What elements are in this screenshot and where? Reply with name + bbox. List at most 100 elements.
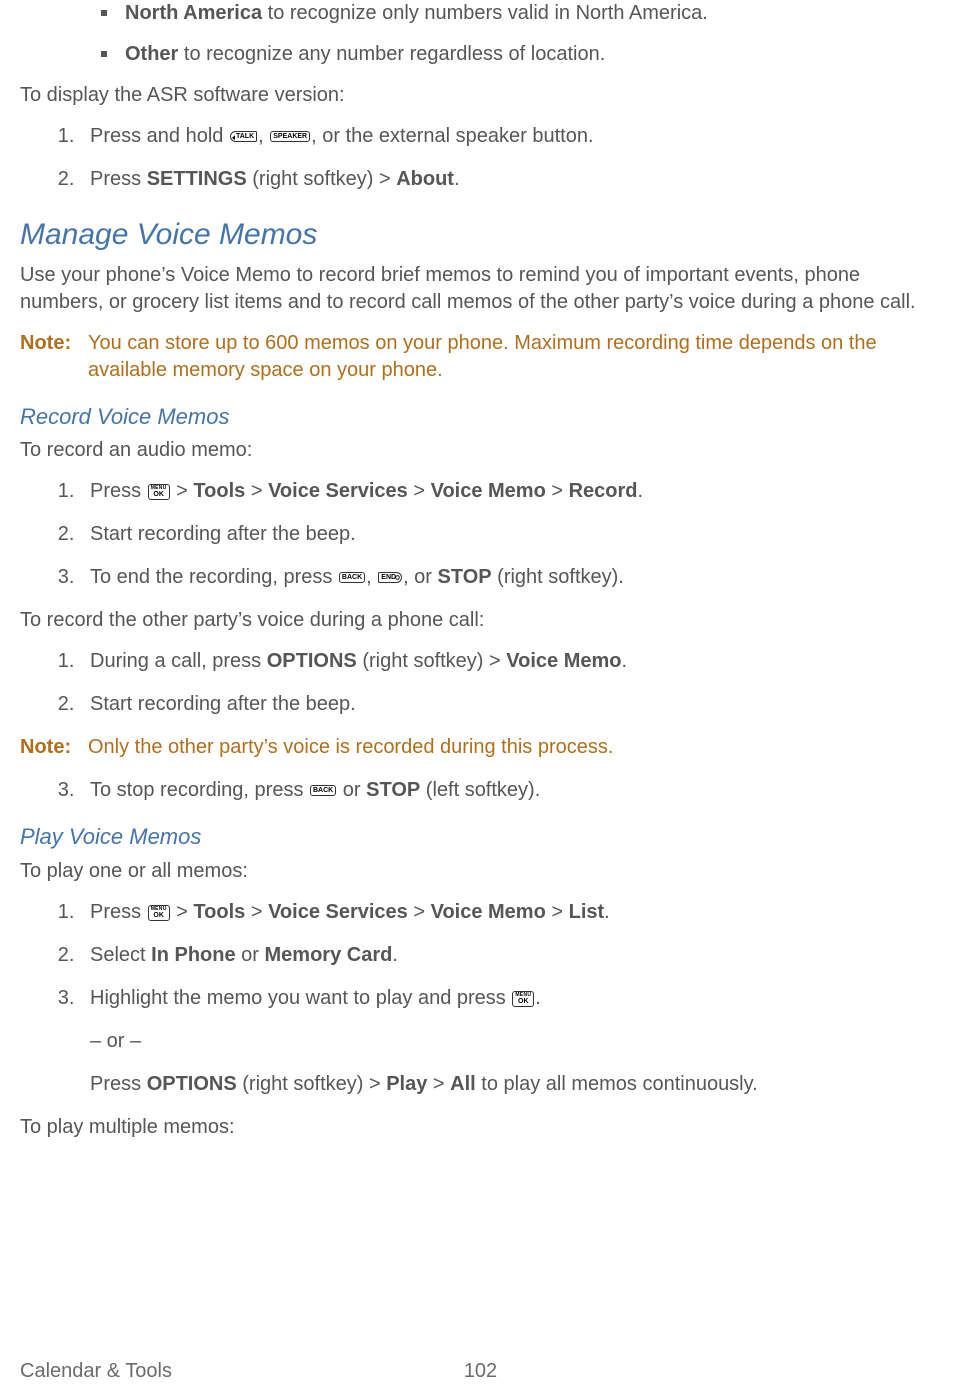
section-heading-record: Record Voice Memos bbox=[20, 402, 941, 432]
step-text: > bbox=[171, 901, 194, 923]
step-text: Press bbox=[90, 901, 147, 923]
step-bold: Voice Memo bbox=[431, 901, 546, 923]
step-bold: All bbox=[450, 1073, 476, 1095]
step-bold: About bbox=[396, 168, 454, 190]
step-text: (right softkey) > bbox=[357, 650, 507, 672]
step-alt: Press OPTIONS (right softkey) > Play > A… bbox=[90, 1071, 941, 1098]
list-item: Start recording after the beep. bbox=[80, 691, 941, 718]
step-text: . bbox=[535, 987, 541, 1009]
step-bold: Record bbox=[569, 480, 638, 502]
step-text: , bbox=[366, 566, 377, 588]
note-text: Only the other party’s voice is recorded… bbox=[88, 734, 613, 761]
document-page: North America to recognize only numbers … bbox=[0, 0, 961, 1391]
list-item: Highlight the memo you want to play and … bbox=[80, 985, 941, 1098]
step-text: Select bbox=[90, 944, 151, 966]
manage-intro: Use your phone’s Voice Memo to record br… bbox=[20, 262, 941, 316]
step-text: > bbox=[546, 901, 569, 923]
or-divider: – or – bbox=[90, 1028, 941, 1055]
step-text: (right softkey) > bbox=[237, 1073, 387, 1095]
list-item: Press MENUOK > Tools > Voice Services > … bbox=[80, 899, 941, 926]
menu-ok-key-icon: MENUOK bbox=[512, 991, 534, 1007]
page-footer: Calendar & Tools 102 bbox=[20, 1358, 941, 1385]
step-text: > bbox=[408, 480, 431, 502]
list-item: Select In Phone or Memory Card. bbox=[80, 942, 941, 969]
list-item: Start recording after the beep. bbox=[80, 521, 941, 548]
note-block: Note: Only the other party’s voice is re… bbox=[20, 734, 941, 761]
step-bold: Voice Services bbox=[268, 480, 408, 502]
talk-key-icon: TALK bbox=[230, 131, 257, 142]
step-bold: In Phone bbox=[151, 944, 235, 966]
step-text: > bbox=[245, 901, 268, 923]
list-item: Press and hold TALK, SPEAKER, or the ext… bbox=[80, 123, 941, 150]
note-text: You can store up to 600 memos on your ph… bbox=[88, 330, 941, 384]
step-text: , or bbox=[403, 566, 437, 588]
step-text: To end the recording, press bbox=[90, 566, 338, 588]
list-item: North America to recognize only numbers … bbox=[125, 0, 941, 27]
step-text: Press bbox=[90, 1073, 147, 1095]
step-bold: Tools bbox=[193, 480, 245, 502]
record-steps: Press MENUOK > Tools > Voice Services > … bbox=[20, 478, 941, 591]
bullet-text: to recognize any number regardless of lo… bbox=[178, 43, 605, 65]
step-text: . bbox=[638, 480, 644, 502]
play-intro: To play one or all memos: bbox=[20, 858, 941, 885]
during-call-intro: To record the other party’s voice during… bbox=[20, 607, 941, 634]
step-bold: OPTIONS bbox=[147, 1073, 237, 1095]
list-item: To stop recording, press BACK or STOP (l… bbox=[80, 777, 941, 804]
step-bold: STOP bbox=[438, 566, 492, 588]
step-text: (right softkey) > bbox=[247, 168, 397, 190]
step-text: Press bbox=[90, 168, 147, 190]
bullet-bold: Other bbox=[125, 43, 178, 65]
asr-steps: Press and hold TALK, SPEAKER, or the ext… bbox=[20, 123, 941, 193]
step-bold: List bbox=[569, 901, 605, 923]
step-bold: Play bbox=[386, 1073, 427, 1095]
step-bold: OPTIONS bbox=[267, 650, 357, 672]
list-item: During a call, press OPTIONS (right soft… bbox=[80, 648, 941, 675]
footer-section-title: Calendar & Tools bbox=[20, 1358, 172, 1385]
step-text: to play all memos continuously. bbox=[476, 1073, 758, 1095]
step-text: Start recording after the beep. bbox=[90, 523, 356, 545]
step-text: During a call, press bbox=[90, 650, 267, 672]
note-label: Note: bbox=[20, 330, 78, 384]
step-text: To stop recording, press bbox=[90, 779, 309, 801]
section-heading-manage: Manage Voice Memos bbox=[20, 215, 941, 256]
step-text: . bbox=[454, 168, 460, 190]
back-key-icon: BACK bbox=[339, 572, 365, 583]
step-text: > bbox=[427, 1073, 450, 1095]
step-text: > bbox=[171, 480, 194, 502]
note-label: Note: bbox=[20, 734, 78, 761]
step-text: . bbox=[621, 650, 627, 672]
list-item: Other to recognize any number regardless… bbox=[125, 41, 941, 68]
step-text: > bbox=[245, 480, 268, 502]
step-text: > bbox=[546, 480, 569, 502]
step-text: or bbox=[236, 944, 265, 966]
step-text: , bbox=[258, 125, 269, 147]
back-key-icon: BACK bbox=[310, 785, 336, 796]
step-text: Start recording after the beep. bbox=[90, 693, 356, 715]
step-text: Press bbox=[90, 480, 147, 502]
step-text: Press and hold bbox=[90, 125, 229, 147]
play-steps: Press MENUOK > Tools > Voice Services > … bbox=[20, 899, 941, 1098]
step-bold: STOP bbox=[366, 779, 420, 801]
record-intro: To record an audio memo: bbox=[20, 437, 941, 464]
play-multiple-intro: To play multiple memos: bbox=[20, 1114, 941, 1141]
menu-ok-key-icon: MENUOK bbox=[148, 484, 170, 500]
recognition-options-list: North America to recognize only numbers … bbox=[20, 0, 941, 68]
speaker-key-icon: SPEAKER bbox=[270, 131, 310, 142]
during-call-steps: During a call, press OPTIONS (right soft… bbox=[20, 648, 941, 718]
menu-ok-key-icon: MENUOK bbox=[148, 905, 170, 921]
step-bold: Memory Card bbox=[265, 944, 393, 966]
step-text: > bbox=[408, 901, 431, 923]
step-text: or bbox=[337, 779, 366, 801]
step-text: (right softkey). bbox=[492, 566, 624, 588]
end-key-icon: END bbox=[378, 572, 402, 583]
step-text: . bbox=[392, 944, 398, 966]
asr-version-intro: To display the ASR software version: bbox=[20, 82, 941, 109]
step-text: , or the external speaker button. bbox=[311, 125, 593, 147]
step-bold: Voice Services bbox=[268, 901, 408, 923]
during-call-steps-cont: To stop recording, press BACK or STOP (l… bbox=[20, 777, 941, 804]
section-heading-play: Play Voice Memos bbox=[20, 822, 941, 852]
bullet-bold: North America bbox=[125, 2, 262, 24]
step-text: . bbox=[604, 901, 610, 923]
step-bold: Tools bbox=[193, 901, 245, 923]
step-text: Highlight the memo you want to play and … bbox=[90, 987, 511, 1009]
